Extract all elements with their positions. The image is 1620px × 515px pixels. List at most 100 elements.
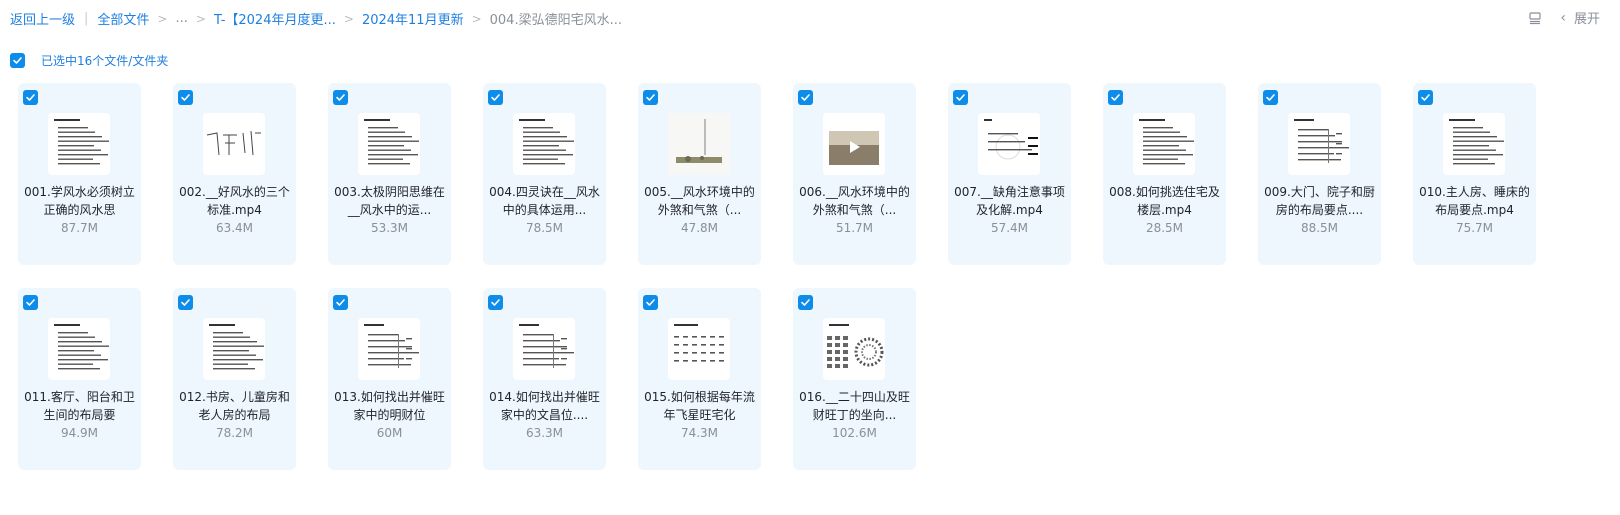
file-checkbox[interactable] bbox=[333, 295, 348, 310]
file-checkbox[interactable] bbox=[953, 90, 968, 105]
file-name: 009.大门、院子和厨房的布局要点.... bbox=[1264, 185, 1375, 217]
selection-count: 已选中16个文件/文件夹 bbox=[41, 54, 169, 68]
file-checkbox[interactable] bbox=[23, 295, 38, 310]
file-thumbnail bbox=[668, 113, 730, 175]
file-size: 47.8M bbox=[680, 221, 719, 235]
breadcrumb-all-files[interactable]: 全部文件 bbox=[97, 9, 149, 28]
file-size: 63.3M bbox=[525, 426, 564, 440]
file-name: 015.如何根据每年流年飞星旺宅化 bbox=[644, 390, 755, 422]
file-thumbnail bbox=[1288, 113, 1350, 175]
file-card[interactable]: 002.__好风水的三个标准.mp4 63.4M bbox=[173, 83, 296, 265]
file-checkbox[interactable] bbox=[643, 295, 658, 310]
select-all-row: 已选中16个文件/文件夹 bbox=[10, 52, 168, 69]
file-card[interactable]: 015.如何根据每年流年飞星旺宅化 74.3M bbox=[638, 288, 761, 470]
file-name: 007.__缺角注意事项及化解.mp4 bbox=[954, 185, 1065, 217]
chevron-left-icon: ‹ bbox=[1560, 9, 1566, 26]
chevron-right-icon: > bbox=[471, 11, 482, 26]
file-size: 60M bbox=[376, 426, 403, 440]
file-name: 016.__二十四山及旺财旺丁的坐向... bbox=[799, 390, 910, 422]
file-size: 78.5M bbox=[525, 221, 564, 235]
file-checkbox[interactable] bbox=[488, 90, 503, 105]
file-thumbnail bbox=[203, 318, 265, 380]
file-thumbnail bbox=[1133, 113, 1195, 175]
file-name: 010.主人房、睡床的布局要点.mp4 bbox=[1419, 185, 1530, 217]
file-checkbox[interactable] bbox=[1108, 90, 1123, 105]
file-name: 004.四灵诀在__风水中的具体运用... bbox=[489, 185, 600, 217]
file-thumbnail bbox=[823, 113, 885, 175]
list-view-icon[interactable] bbox=[1528, 11, 1542, 25]
top-bar: 返回上一级 | 全部文件 > ... > T-【2024年月度更... > 20… bbox=[0, 0, 1620, 36]
file-size: 53.3M bbox=[370, 221, 409, 235]
file-size: 74.3M bbox=[680, 426, 719, 440]
file-thumbnail bbox=[668, 318, 730, 380]
back-link[interactable]: 返回上一级 bbox=[10, 9, 75, 28]
file-card[interactable]: 013.如何找出并催旺家中的明财位 60M bbox=[328, 288, 451, 470]
file-card[interactable]: 012.书房、儿童房和老人房的布局 78.2M bbox=[173, 288, 296, 470]
file-card[interactable]: 016.__二十四山及旺财旺丁的坐向... 102.6M bbox=[793, 288, 916, 470]
breadcrumb-ellipsis[interactable]: ... bbox=[175, 11, 187, 26]
file-name: 008.如何挑选住宅及楼层.mp4 bbox=[1109, 185, 1220, 217]
file-checkbox[interactable] bbox=[1418, 90, 1433, 105]
file-card[interactable]: 014.如何找出并催旺家中的文昌位.... 63.3M bbox=[483, 288, 606, 470]
file-card[interactable]: 001.学风水必须树立正确的风水思 87.7M bbox=[18, 83, 141, 265]
breadcrumb-current: 004.梁弘德阳宅风水... bbox=[489, 13, 622, 28]
file-thumbnail bbox=[513, 318, 575, 380]
file-card[interactable]: 007.__缺角注意事项及化解.mp4 57.4M bbox=[948, 83, 1071, 265]
file-name: 013.如何找出并催旺家中的明财位 bbox=[334, 390, 445, 422]
file-checkbox[interactable] bbox=[798, 90, 813, 105]
file-thumbnail bbox=[1443, 113, 1505, 175]
file-name: 002.__好风水的三个标准.mp4 bbox=[179, 185, 290, 217]
file-name: 005.__风水环境中的外煞和气煞（... bbox=[644, 185, 755, 217]
file-card[interactable]: 008.如何挑选住宅及楼层.mp4 28.5M bbox=[1103, 83, 1226, 265]
file-checkbox[interactable] bbox=[488, 295, 503, 310]
select-all-checkbox[interactable] bbox=[10, 53, 25, 68]
file-name: 012.书房、儿童房和老人房的布局 bbox=[179, 390, 290, 422]
file-size: 51.7M bbox=[835, 221, 874, 235]
file-size: 63.4M bbox=[215, 221, 254, 235]
file-checkbox[interactable] bbox=[798, 295, 813, 310]
file-thumbnail bbox=[203, 113, 265, 175]
chevron-right-icon: > bbox=[157, 11, 168, 26]
file-card[interactable]: 004.四灵诀在__风水中的具体运用... 78.5M bbox=[483, 83, 606, 265]
expand-label: 展开 bbox=[1573, 12, 1600, 27]
breadcrumb-folder-monthly[interactable]: T-【2024年月度更... bbox=[214, 9, 336, 28]
file-thumbnail bbox=[48, 318, 110, 380]
file-size: 94.9M bbox=[60, 426, 99, 440]
file-size: 88.5M bbox=[1300, 221, 1339, 235]
file-size: 102.6M bbox=[832, 426, 877, 440]
file-card[interactable]: 011.客厅、阳台和卫生间的布局要 94.9M bbox=[18, 288, 141, 470]
file-name: 001.学风水必须树立正确的风水思 bbox=[24, 185, 135, 217]
file-checkbox[interactable] bbox=[23, 90, 38, 105]
file-thumbnail bbox=[823, 318, 885, 380]
file-checkbox[interactable] bbox=[178, 90, 193, 105]
file-checkbox[interactable] bbox=[1263, 90, 1278, 105]
view-tools: ‹ 展开 bbox=[1528, 8, 1600, 27]
file-thumbnail bbox=[978, 113, 1040, 175]
file-name: 006.__风水环境中的外煞和气煞（... bbox=[799, 185, 910, 217]
chevron-right-icon: > bbox=[195, 11, 206, 26]
file-name: 014.如何找出并催旺家中的文昌位.... bbox=[489, 390, 600, 422]
file-thumbnail bbox=[358, 113, 420, 175]
file-card[interactable]: 006.__风水环境中的外煞和气煞（... 51.7M bbox=[793, 83, 916, 265]
file-card[interactable]: 010.主人房、睡床的布局要点.mp4 75.7M bbox=[1413, 83, 1536, 265]
file-size: 78.2M bbox=[215, 426, 254, 440]
expand-button[interactable]: ‹ 展开 bbox=[1560, 8, 1600, 28]
file-name: 011.客厅、阳台和卫生间的布局要 bbox=[24, 390, 135, 422]
file-size: 57.4M bbox=[990, 221, 1029, 235]
chevron-right-icon: > bbox=[343, 11, 354, 26]
file-thumbnail bbox=[358, 318, 420, 380]
file-size: 28.5M bbox=[1145, 221, 1184, 235]
file-thumbnail bbox=[48, 113, 110, 175]
breadcrumb-folder-november[interactable]: 2024年11月更新 bbox=[362, 9, 464, 28]
file-checkbox[interactable] bbox=[178, 295, 193, 310]
file-name: 003.太极阴阳思维在__风水中的运... bbox=[334, 185, 445, 217]
file-checkbox[interactable] bbox=[333, 90, 348, 105]
file-size: 75.7M bbox=[1455, 221, 1494, 235]
file-thumbnail bbox=[513, 113, 575, 175]
file-size: 87.7M bbox=[60, 221, 99, 235]
file-card[interactable]: 005.__风水环境中的外煞和气煞（... 47.8M bbox=[638, 83, 761, 265]
file-checkbox[interactable] bbox=[643, 90, 658, 105]
breadcrumb-divider: | bbox=[84, 11, 89, 26]
file-card[interactable]: 003.太极阴阳思维在__风水中的运... 53.3M bbox=[328, 83, 451, 265]
file-card[interactable]: 009.大门、院子和厨房的布局要点.... 88.5M bbox=[1258, 83, 1381, 265]
